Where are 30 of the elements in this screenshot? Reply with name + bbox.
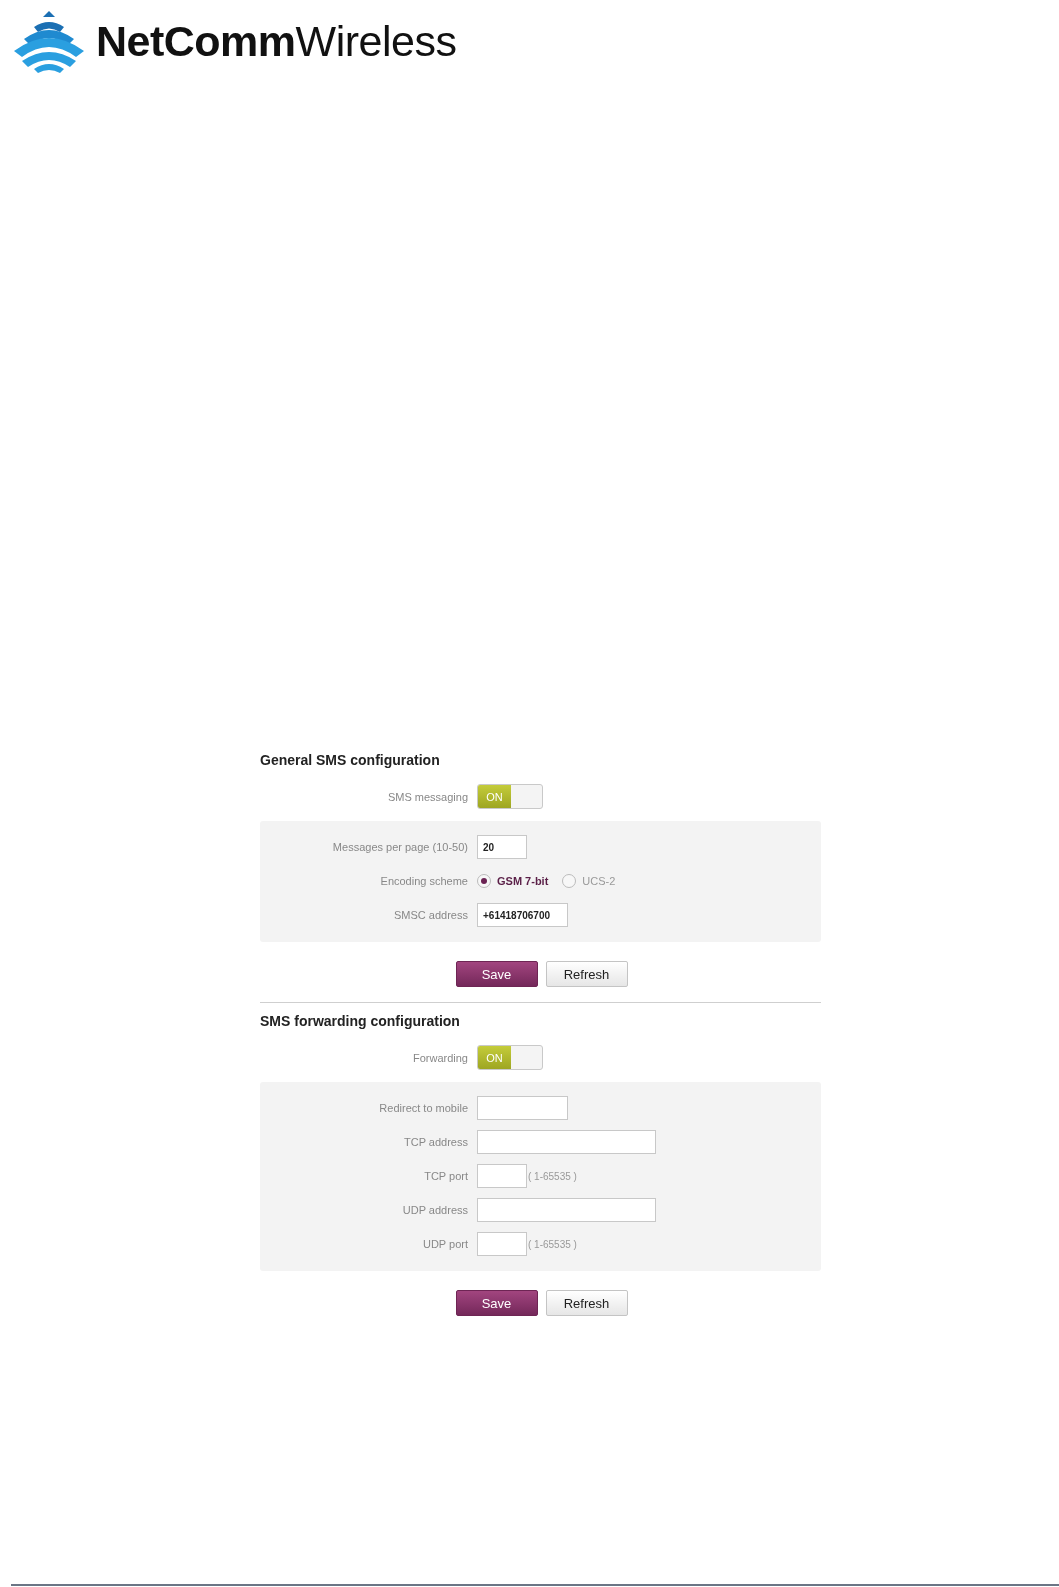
range-hint: ( 1-65535 ) bbox=[528, 1238, 577, 1250]
radio-button[interactable] bbox=[477, 874, 491, 888]
input-field[interactable] bbox=[477, 1198, 656, 1222]
field-label: SMS messaging bbox=[386, 790, 468, 803]
section-heading: SMS forwarding configuration bbox=[260, 1013, 461, 1029]
range-hint: ( 1-65535 ) bbox=[528, 1170, 577, 1182]
field-label: UDP port bbox=[421, 1238, 468, 1250]
radio-button[interactable] bbox=[562, 874, 577, 888]
field-label: Messages per page (10-50) bbox=[331, 841, 468, 853]
input-field[interactable] bbox=[477, 1096, 568, 1120]
company-logo-text: NetCommWireless bbox=[96, 19, 457, 63]
field-label: SMSC address bbox=[393, 909, 468, 921]
field-label: Forwarding bbox=[411, 1051, 468, 1064]
input-field[interactable] bbox=[477, 1232, 527, 1256]
field-label: Encoding scheme bbox=[379, 875, 468, 887]
save-button[interactable]: Save bbox=[455, 1290, 538, 1316]
field-label: TCP port bbox=[423, 1170, 468, 1182]
refresh-button[interactable]: Refresh bbox=[545, 1290, 628, 1316]
wifi-signal-icon bbox=[12, 9, 86, 73]
field-label: UDP address bbox=[401, 1204, 468, 1216]
section-heading: General SMS configuration bbox=[260, 752, 441, 768]
save-button[interactable]: Save bbox=[455, 961, 538, 987]
radio-label[interactable]: GSM 7-bit bbox=[497, 875, 549, 887]
field-label: Redirect to mobile bbox=[378, 1102, 468, 1114]
refresh-button[interactable]: Refresh bbox=[545, 961, 628, 987]
input-field[interactable] bbox=[477, 1130, 656, 1154]
input-field[interactable]: +61418706700 bbox=[477, 903, 568, 927]
input-field[interactable]: 20 bbox=[477, 835, 527, 859]
input-field[interactable] bbox=[477, 1164, 527, 1188]
field-label: TCP address bbox=[403, 1136, 468, 1148]
